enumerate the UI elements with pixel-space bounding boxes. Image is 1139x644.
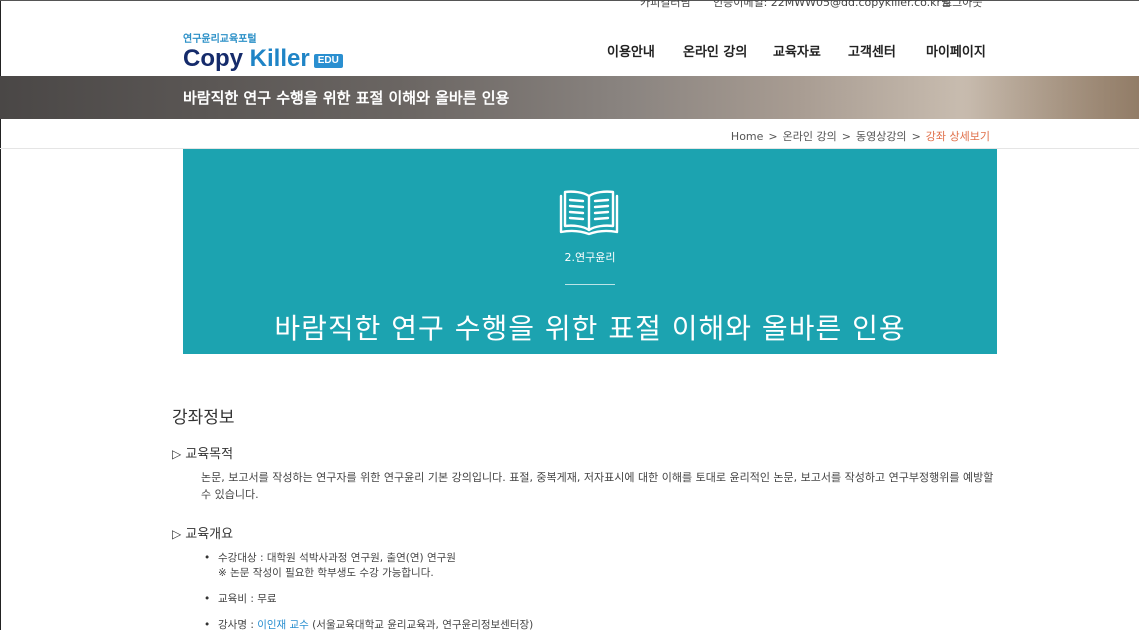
- breadcrumb: Home > 온라인 강의 > 동영상강의 > 강좌 상세보기: [731, 128, 990, 144]
- overview-heading-label: 교육개요: [185, 527, 234, 542]
- nav-item-guide[interactable]: 이용안내: [607, 41, 655, 60]
- nav-item-mypage[interactable]: 마이페이지: [926, 41, 986, 60]
- overview-list: 수강대상 : 대학원 석박사과정 연구원, 출연(연) 연구원 ※ 논문 작성이…: [204, 551, 533, 644]
- fee-label: 교육비 : 무료: [218, 593, 277, 605]
- overview-heading: ▷ 교육개요: [172, 523, 233, 542]
- course-hero: 2.연구윤리 바람직한 연구 수행을 위한 표절 이해와 올바른 인용: [183, 149, 997, 354]
- breadcrumb-current: 강좌 상세보기: [925, 130, 990, 143]
- nav-item-support[interactable]: 고객센터: [848, 41, 896, 60]
- banner-title: 바람직한 연구 수행을 위한 표절 이해와 올바른 인용: [183, 89, 510, 107]
- section-title-course-info: 강좌정보: [172, 408, 235, 428]
- target-label: 수강대상 : 대학원 석박사과정 연구원, 출연(연) 연구원: [218, 552, 456, 564]
- course-category: 2.연구윤리: [564, 251, 616, 264]
- triangle-right-icon: ▷: [172, 447, 182, 461]
- breadcrumb-separator: >: [768, 130, 778, 143]
- breadcrumb-home[interactable]: Home: [731, 130, 763, 143]
- site-logo[interactable]: 연구윤리교육포털 Copy Killer EDU: [183, 30, 343, 72]
- logout-link[interactable]: 로그아웃: [942, 0, 982, 10]
- list-item-fee: 교육비 : 무료: [204, 592, 533, 607]
- course-title: 바람직한 연구 수행을 위한 표절 이해와 올바른 인용: [274, 312, 906, 345]
- triangle-right-icon: ▷: [172, 527, 182, 541]
- breadcrumb-separator: >: [841, 130, 851, 143]
- target-note: ※ 논문 작성이 필요한 학부생도 수강 가능합니다.: [218, 567, 434, 579]
- purpose-description: 논문, 보고서를 작성하는 연구자를 위한 연구윤리 기본 강의입니다. 표절,…: [201, 471, 994, 501]
- hero-divider: [565, 284, 615, 285]
- logo-subtitle: 연구윤리교육포털: [183, 34, 257, 45]
- instructor-affiliation: (서울교육대학교 윤리교육과, 연구윤리정보센터장): [308, 619, 534, 631]
- logo-copy: Copy: [183, 45, 250, 72]
- breadcrumb-online-lecture[interactable]: 온라인 강의: [783, 130, 837, 143]
- user-email: 인증이메일: 22MWW05@dd.copykiller.co.kr님: [713, 0, 952, 9]
- open-book-icon: [559, 190, 619, 236]
- list-item-target: 수강대상 : 대학원 석박사과정 연구원, 출연(연) 연구원 ※ 논문 작성이…: [204, 551, 533, 581]
- instructor-name-link[interactable]: 이인재 교수: [257, 619, 309, 631]
- purpose-heading: ▷ 교육목적: [172, 443, 233, 462]
- breadcrumb-separator: >: [911, 130, 921, 143]
- purpose-heading-label: 교육목적: [185, 447, 234, 462]
- logo-edu-badge: EDU: [313, 54, 343, 68]
- instructor-prefix: 강사명 :: [218, 619, 258, 631]
- banner-photo: [959, 76, 1139, 119]
- logo-killer: Killer: [249, 45, 310, 72]
- utility-bar: 카피킬러님 인증이메일: 22MWW05@dd.copykiller.co.kr…: [0, 0, 1139, 10]
- user-name: 카피킬러님: [640, 0, 691, 9]
- logo-wordmark: Copy Killer EDU: [183, 46, 343, 72]
- nav-item-online-lecture[interactable]: 온라인 강의: [683, 41, 747, 60]
- breadcrumb-video-lecture[interactable]: 동영상강의: [856, 130, 907, 143]
- page-banner: 바람직한 연구 수행을 위한 표절 이해와 올바른 인용: [0, 76, 1139, 119]
- list-item-instructor: 강사명 : 이인재 교수 (서울교육대학교 윤리교육과, 연구윤리정보센터장): [204, 618, 533, 633]
- nav-item-materials[interactable]: 교육자료: [773, 41, 821, 60]
